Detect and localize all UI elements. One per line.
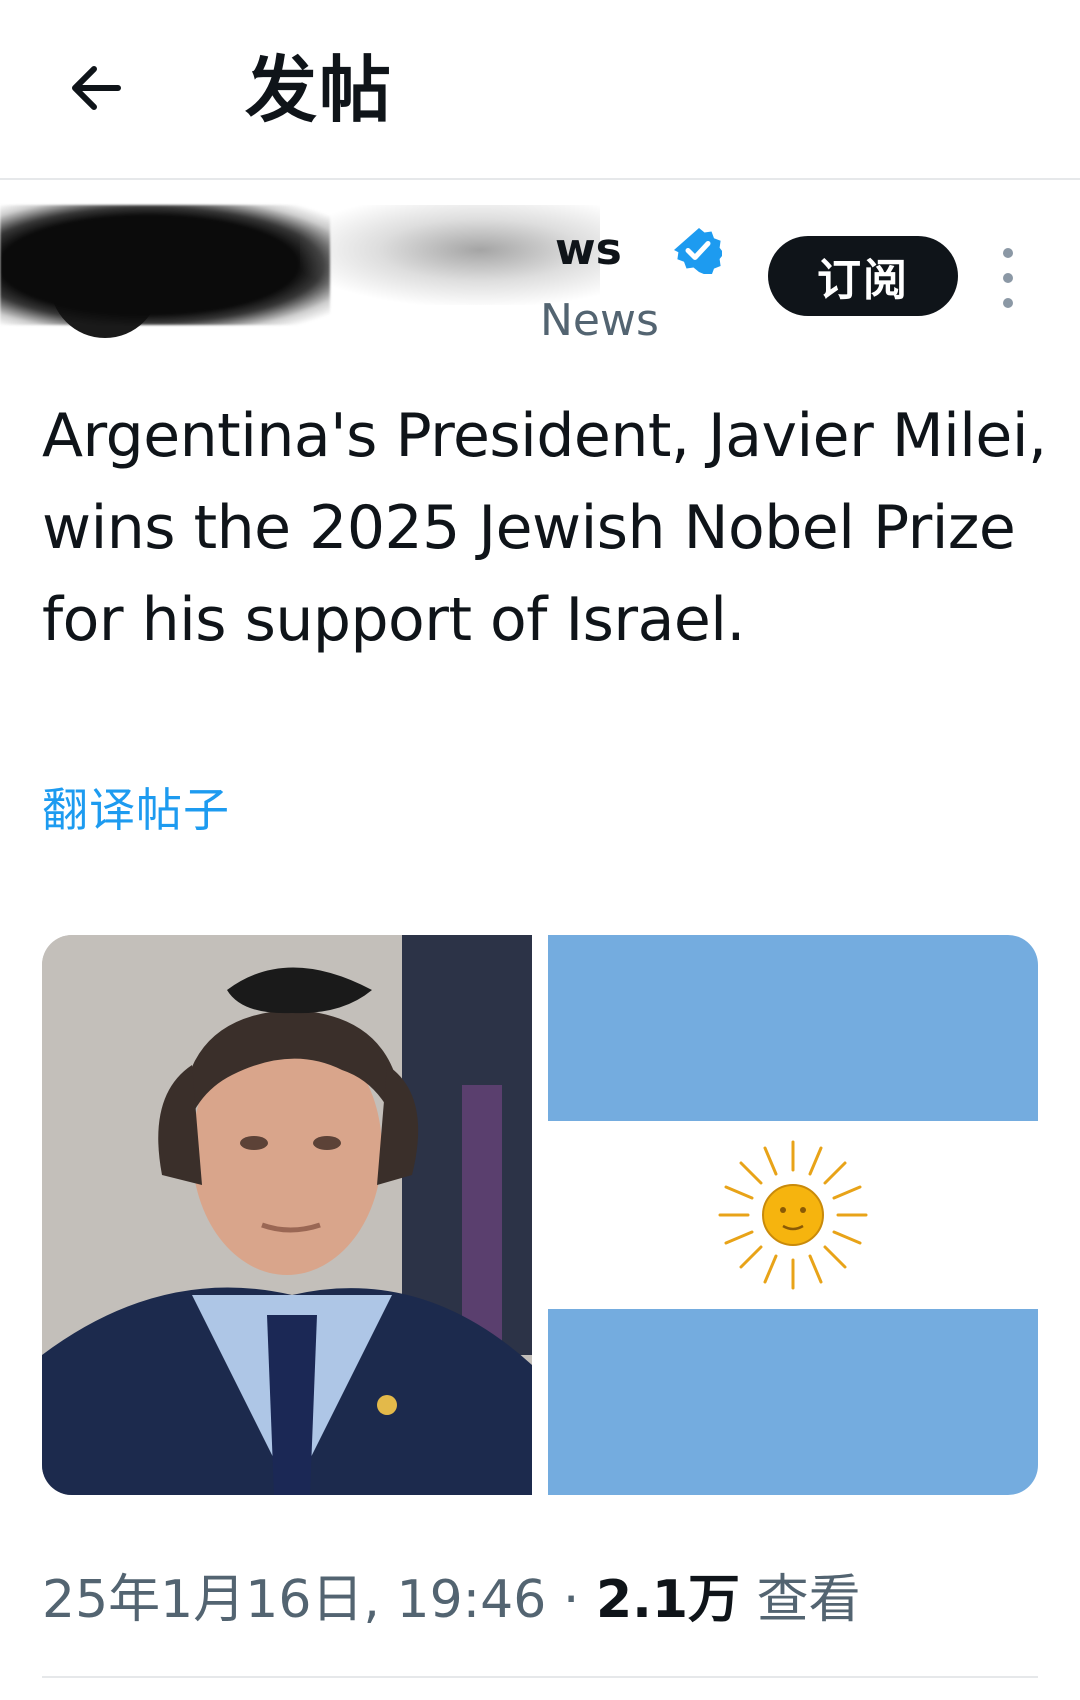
translate-post-link[interactable]: 翻译帖子 [42,780,230,840]
post-datetime[interactable]: 25年1月16日, 19:46 [42,1570,546,1630]
author-handle[interactable]: News [540,293,659,349]
author-display-name[interactable]: ws [555,222,622,278]
more-vertical-icon [1003,248,1013,258]
more-vertical-icon-dot [1003,298,1013,308]
page-title: 发帖 [245,48,394,132]
verified-badge-icon [674,228,722,274]
media-grid [42,935,1038,1495]
views-count: 2.1万 [595,1570,741,1630]
sun-of-may-icon [718,1140,868,1290]
arrow-left-icon [72,66,121,110]
divider [42,1676,1038,1678]
portrait-photo[interactable] [42,935,532,1495]
portrait-illustration [42,935,532,1495]
tweet-text: Argentina's President, Javier Milei, win… [42,401,1047,655]
post-meta: 25年1月16日, 19:46 · 2.1万 查看 [42,1565,861,1635]
more-vertical-icon-dot [1003,273,1013,283]
subscribe-button[interactable]: 订阅 [768,236,958,316]
more-options-button[interactable] [994,248,1022,308]
redaction-scribble [0,205,330,325]
back-button[interactable] [56,48,136,128]
argentina-flag[interactable] [548,935,1038,1495]
meta-separator: · [562,1570,580,1630]
views-label: 查看 [756,1570,861,1630]
top-app-bar: 发帖 [0,0,1080,180]
